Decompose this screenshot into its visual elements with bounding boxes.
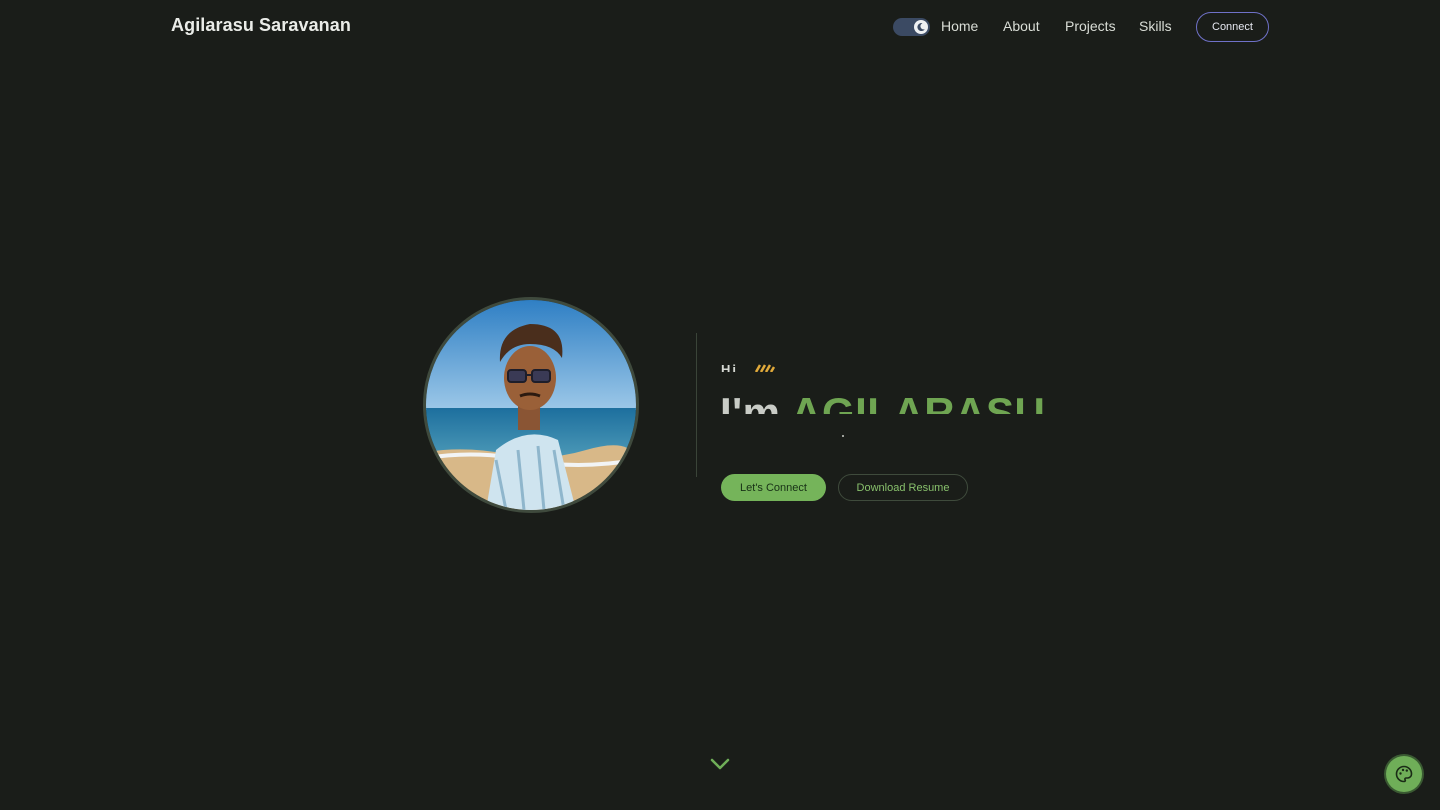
hero-divider	[696, 333, 697, 477]
nav-projects[interactable]: Projects	[1065, 18, 1116, 34]
wave-icon	[754, 364, 776, 372]
navbar: Agilarasu Saravanan Home About Projects …	[0, 0, 1440, 54]
lets-connect-button[interactable]: Let's Connect	[721, 474, 826, 501]
avatar	[423, 297, 639, 513]
moon-icon	[914, 20, 928, 34]
nav-skills[interactable]: Skills	[1139, 18, 1172, 34]
greeting: Hi	[721, 364, 781, 372]
connect-button[interactable]: Connect	[1196, 12, 1269, 42]
im-text: I'm	[720, 389, 781, 414]
chevron-down-icon[interactable]	[709, 756, 731, 772]
greeting-text: Hi	[721, 364, 738, 372]
download-resume-button[interactable]: Download Resume	[838, 474, 968, 501]
palette-button[interactable]	[1386, 756, 1422, 792]
palette-icon	[1395, 765, 1413, 783]
nav-about[interactable]: About	[1003, 18, 1040, 34]
nav-home[interactable]: Home	[941, 18, 978, 34]
brand-name[interactable]: Agilarasu Saravanan	[171, 15, 351, 36]
hero-heading: I'm AGILARASU	[720, 386, 1120, 414]
hero-name: AGILARASU	[791, 389, 1046, 414]
typing-cursor	[842, 435, 844, 437]
theme-toggle[interactable]	[893, 18, 930, 36]
